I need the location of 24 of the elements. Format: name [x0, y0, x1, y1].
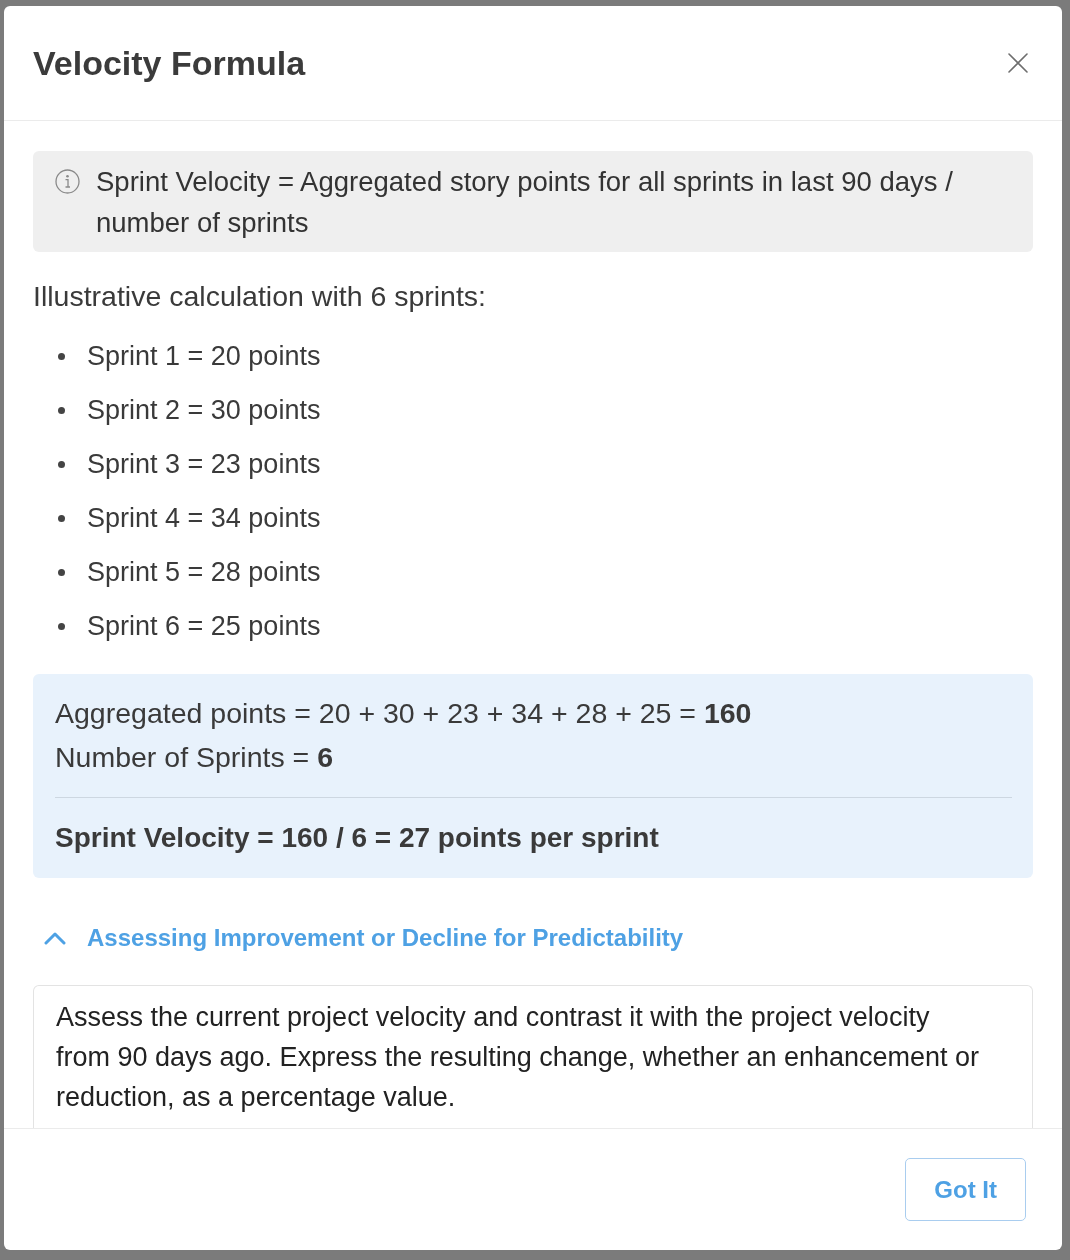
bullet-icon [58, 622, 65, 630]
section-description: Assess the current project velocity and contrast it with the project velocity from 90 days ago. Express the resulting change, whether an enhancement or reduction, as a percentage value. [33, 985, 1033, 1128]
sprint-item: Sprint 5 = 28 points [87, 556, 321, 589]
sprint-item: Sprint 2 = 30 points [87, 394, 321, 427]
bullet-icon [58, 568, 65, 576]
chevron-up-icon [44, 930, 66, 945]
sprint-item: Sprint 4 = 34 points [87, 502, 321, 535]
bullet-icon [58, 406, 65, 414]
bullet-icon [58, 352, 65, 360]
section-toggle[interactable]: Assessing Improvement or Decline for Predictability [33, 918, 684, 957]
example-intro: Illustrative calculation with 6 sprints: [33, 279, 488, 314]
info-icon [55, 169, 80, 194]
sprint-item: Sprint 3 = 23 points [87, 448, 321, 481]
got-it-button[interactable]: Got It [905, 1158, 1026, 1221]
bullet-icon [58, 460, 65, 468]
sprint-item: Sprint 1 = 20 points [87, 340, 321, 373]
dialog-title: Velocity Formula [33, 43, 306, 84]
bullet-icon [58, 514, 65, 522]
close-icon [1008, 53, 1028, 73]
velocity-result: Sprint Velocity = 160 / 6 = 27 points per sprint [55, 821, 659, 855]
formula-note: Sprint Velocity = Aggregated story points for all sprints in last 90 days / number of sprints [96, 165, 954, 240]
calculation-line: Aggregated points = 20 + 30 + 23 + 34 + 28 + 25 = 160 [55, 696, 752, 731]
calculation-line: Number of Sprints = 6 [55, 740, 333, 775]
sprint-item: Sprint 6 = 25 points [87, 610, 321, 643]
